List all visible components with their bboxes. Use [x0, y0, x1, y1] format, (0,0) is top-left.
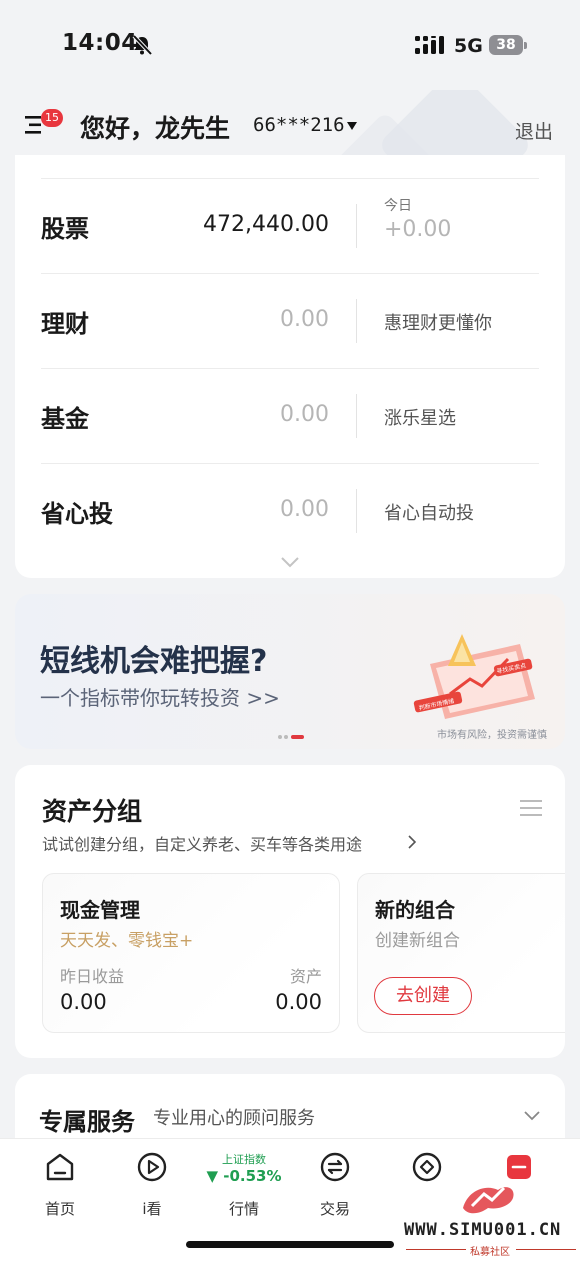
market-index-name: 上证指数: [222, 1153, 266, 1166]
asset-name: 股票: [41, 215, 89, 243]
assets-label: 资产: [289, 967, 322, 986]
home-indicator: [186, 1241, 394, 1248]
groups-subtitle[interactable]: 试试创建分组，自定义养老、买车等各类用途: [42, 831, 362, 855]
greeting: 您好，龙先生: [80, 114, 231, 143]
home-icon: [46, 1153, 74, 1181]
caret-down-icon[interactable]: [346, 121, 358, 131]
tab-label: i看: [142, 1200, 162, 1218]
asset-name: 省心投: [41, 500, 113, 528]
create-group-button[interactable]: 去创建: [374, 977, 472, 1015]
battery-icon: 38: [489, 35, 527, 55]
logout-button[interactable]: 退出: [515, 117, 553, 144]
notification-badge: 15: [41, 109, 63, 127]
tab-label: 首页: [44, 1200, 75, 1218]
chevron-down-icon[interactable]: [280, 555, 300, 569]
tab-label: 行情: [228, 1200, 259, 1218]
chart-illustration-icon: 判断市场情绪 寻找买卖点: [413, 634, 535, 719]
yesterday-earnings-value: 0.00: [60, 990, 107, 1014]
tile-subtitle: 创建新组合: [375, 931, 460, 951]
assets-value: 0.00: [275, 990, 322, 1014]
asset-value: 0.00: [280, 402, 329, 427]
tile-title: 现金管理: [60, 898, 140, 922]
tab-discover[interactable]: [392, 1149, 462, 1214]
play-icon: [137, 1152, 167, 1182]
watermark-logo-icon: [463, 1186, 514, 1214]
tile-title: 新的组合: [375, 898, 455, 922]
status-time: 14:04: [62, 30, 138, 56]
network-type: 5G: [454, 35, 483, 57]
groups-title: 资产分组: [42, 797, 143, 826]
discover-icon: [412, 1152, 442, 1182]
asset-value: 0.00: [280, 307, 329, 332]
battery-level: 38: [489, 35, 523, 55]
status-bar: 14:04 5G 38: [0, 0, 580, 90]
services-title: 专属服务: [39, 1108, 135, 1136]
asset-groups-card: 资产分组 试试创建分组，自定义养老、买车等各类用途 现金管理 天天发、零钱宝+ …: [15, 765, 565, 1058]
asset-name: 理财: [41, 310, 89, 338]
services-subtitle: 专业用心的顾问服务: [153, 1108, 315, 1129]
header: 15 您好，龙先生 66***216 退出: [0, 90, 580, 156]
signal-icon: [415, 36, 444, 54]
asset-card: 股票 472,440.00 今日 +0.00 理财 0.00 惠理财更懂你 基金…: [15, 155, 565, 578]
risk-note: 市场有风险，投资需谨慎: [437, 730, 547, 741]
tab-home[interactable]: 首页: [25, 1149, 95, 1218]
carousel-dots: [278, 735, 304, 739]
list-menu-icon[interactable]: [520, 799, 542, 817]
tab-watch[interactable]: i看: [117, 1149, 187, 1218]
asset-row-auto-invest[interactable]: 省心投 0.00 省心自动投: [41, 463, 539, 558]
market-index-change: ▼ -0.53%: [206, 1167, 282, 1185]
watermark-sub: 私募社区: [470, 1247, 510, 1258]
asset-note: 涨乐星选: [384, 408, 456, 429]
banner-title: 短线机会难把握?: [40, 644, 268, 679]
asset-value: 0.00: [280, 497, 329, 522]
today-value: +0.00: [384, 217, 452, 242]
group-tile-cash[interactable]: 现金管理 天天发、零钱宝+ 昨日收益 资产 0.00 0.00: [42, 873, 340, 1033]
watermark-text: WWW.SIMU001.CN: [404, 1220, 562, 1240]
tab-label: 交易: [319, 1200, 350, 1218]
tab-trade[interactable]: 交易: [300, 1149, 370, 1218]
asset-row-wealth[interactable]: 理财 0.00 惠理财更懂你: [41, 273, 539, 368]
tile-subtitle: 天天发、零钱宝+: [60, 931, 194, 951]
group-tile-new[interactable]: 新的组合 创建新组合 去创建: [357, 873, 565, 1033]
bell-off-icon: [132, 34, 153, 56]
account-selector[interactable]: 66***216: [253, 114, 345, 136]
asset-row-stock[interactable]: 股票 472,440.00 今日 +0.00: [41, 178, 539, 273]
asset-note: 惠理财更懂你: [384, 313, 492, 334]
banner-subtitle: 一个指标带你玩转投资 >>: [40, 686, 280, 710]
asset-name: 基金: [41, 405, 89, 433]
chevron-right-icon[interactable]: [407, 834, 417, 850]
promo-banner[interactable]: 短线机会难把握? 一个指标带你玩转投资 >> 判断市场情绪 寻找买卖点 市场有风…: [15, 594, 565, 749]
tab-market[interactable]: 上证指数 ▼ -0.53% 行情: [199, 1149, 289, 1218]
yesterday-earnings-label: 昨日收益: [60, 967, 125, 986]
today-label: 今日: [384, 198, 412, 214]
asset-note: 省心自动投: [384, 503, 474, 524]
trade-icon: [320, 1152, 350, 1182]
chevron-down-icon[interactable]: [523, 1110, 541, 1122]
asset-row-fund[interactable]: 基金 0.00 涨乐星选: [41, 368, 539, 463]
asset-value: 472,440.00: [203, 212, 329, 237]
